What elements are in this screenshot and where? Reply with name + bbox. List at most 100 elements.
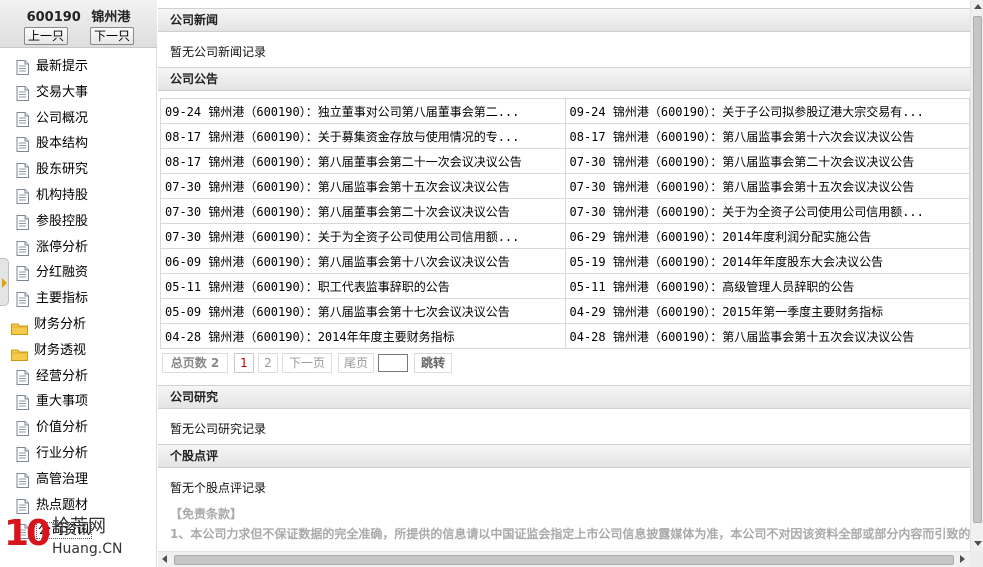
sidebar-item-8[interactable]: 涨停分析 — [0, 235, 157, 261]
scroll-down-arrow-icon[interactable] — [972, 537, 983, 549]
sidebar-item-12[interactable]: 财务透视 — [0, 338, 157, 364]
folder-icon — [11, 319, 28, 335]
sidebar-item-3[interactable]: 公司概况 — [0, 106, 157, 132]
announcement-link[interactable]: 08-17 锦州港（600190）：第八届董事会第二十一次会议决议公告 — [165, 155, 522, 169]
table-row: 07-30 锦州港（600190）：关于为全资子公司使用公司信用额... 06-2… — [160, 223, 970, 249]
announcement-link[interactable]: 07-30 锦州港（600190）：第八届董事会第二十次会议决议公告 — [165, 205, 510, 219]
table-cell: 05-11 锦州港（600190）：职工代表监事辞职的公告 — [160, 273, 566, 299]
sidebar-item-16[interactable]: 行业分析 — [0, 441, 157, 467]
scroll-up-arrow-icon[interactable] — [972, 1, 983, 13]
announcements-table: 09-24 锦州港（600190）：独立董事对公司第八届董事会第二... 09-2… — [160, 98, 970, 349]
table-cell: 06-29 锦州港（600190）：2014年度利润分配实施公告 — [564, 223, 970, 249]
document-icon — [16, 214, 29, 230]
vertical-scroll-thumb[interactable] — [973, 16, 982, 523]
pager-jump-button[interactable]: 跳转 — [414, 353, 452, 373]
announcement-link[interactable]: 04-29 锦州港（600190）：2015年第一季度主要财务指标 — [570, 305, 884, 319]
sidebar-item-7[interactable]: 参股控股 — [0, 209, 157, 235]
announcement-link[interactable]: 04-28 锦州港（600190）：第八届监事会第十五次会议决议公告 — [570, 330, 915, 344]
sidebar-item-4[interactable]: 股本结构 — [0, 131, 157, 157]
announcement-link[interactable]: 08-17 锦州港（600190）：关于募集资金存放与使用情况的专... — [165, 130, 519, 144]
pager-page-input[interactable] — [378, 354, 408, 372]
announcement-link[interactable]: 07-30 锦州港（600190）：关于为全资子公司使用公司信用额... — [165, 230, 519, 244]
stock-code: 600190 — [26, 10, 81, 25]
table-row: 08-17 锦州港（600190）：第八届董事会第二十一次会议决议公告 07-30… — [160, 148, 970, 174]
sidebar-item-label: 热点题材 — [36, 497, 89, 513]
disclaimer-title: 【免责条款】 — [170, 507, 243, 521]
document-icon — [16, 369, 29, 385]
sidebar-item-5[interactable]: 股东研究 — [0, 157, 157, 183]
sidebar-item-label: 行业分析 — [36, 445, 89, 461]
sidebar-item-label: 财务透视 — [34, 342, 87, 358]
watermark-logo: 10 拾荒网 Huang.CN — [4, 514, 164, 564]
sidebar-item-label: 主要指标 — [36, 291, 89, 307]
sidebar-item-13[interactable]: 经营分析 — [0, 364, 157, 390]
table-cell: 08-17 锦州港（600190）：第八届监事会第十六次会议决议公告 — [564, 123, 970, 149]
watermark-number: 10 — [4, 513, 51, 554]
horizontal-scroll-thumb[interactable] — [174, 555, 954, 565]
prev-stock-button[interactable]: 上一只 — [24, 27, 68, 45]
table-cell: 07-30 锦州港（600190）：第八届监事会第十五次会议决议公告 — [564, 173, 970, 199]
announcement-link[interactable]: 07-30 锦州港（600190）：第八届监事会第十五次会议决议公告 — [165, 180, 510, 194]
sidebar-item-14[interactable]: 重大事项 — [0, 389, 157, 415]
research-empty-text: 暂无公司研究记录 — [170, 422, 267, 436]
pager-last-button[interactable]: 尾页 — [338, 353, 374, 373]
document-icon — [16, 111, 29, 127]
horizontal-scrollbar[interactable] — [158, 551, 970, 567]
table-cell: 06-09 锦州港（600190）：第八届监事会第十八次会议决议公告 — [160, 248, 566, 274]
comments-empty-text: 暂无个股点评记录 — [170, 481, 267, 495]
section-header-announcements: 公司公告 — [158, 67, 970, 91]
document-icon — [16, 265, 29, 282]
announcement-link[interactable]: 05-19 锦州港（600190）：2014年年度股东大会决议公告 — [570, 255, 884, 269]
announcement-link[interactable]: 04-28 锦州港（600190）：2014年年度主要财务指标 — [165, 330, 455, 344]
section-header-research: 公司研究 — [158, 385, 970, 409]
table-cell: 05-09 锦州港（600190）：第八届监事会第十七次会议决议公告 — [160, 298, 566, 324]
sidebar-item-15[interactable]: 价值分析 — [0, 415, 157, 441]
announcement-link[interactable]: 08-17 锦州港（600190）：第八届监事会第十六次会议决议公告 — [570, 130, 915, 144]
collapse-sidebar-handle[interactable] — [0, 258, 9, 306]
announcement-link[interactable]: 07-30 锦州港（600190）：第八届监事会第二十次会议决议公告 — [570, 155, 915, 169]
sidebar-item-6[interactable]: 机构持股 — [0, 183, 157, 209]
pager-next-button[interactable]: 下一页 — [282, 353, 332, 373]
announcement-link[interactable]: 07-30 锦州港（600190）：第八届监事会第十五次会议决议公告 — [570, 180, 915, 194]
announcement-link[interactable]: 05-11 锦州港（600190）：高级管理人员辞职的公告 — [570, 280, 855, 294]
table-cell: 04-29 锦州港（600190）：2015年第一季度主要财务指标 — [564, 298, 970, 324]
document-icon — [16, 498, 29, 514]
document-icon — [16, 59, 29, 75]
sidebar-item-11[interactable]: 财务分析 — [0, 312, 157, 338]
scroll-left-arrow-icon[interactable] — [159, 553, 171, 566]
main-content: 公司新闻 暂无公司新闻记录 公司公告 09-24 锦州港（600190）：独立董… — [158, 0, 970, 551]
vertical-scrollbar[interactable] — [970, 0, 983, 551]
sidebar-item-label: 高管治理 — [36, 471, 89, 487]
watermark-text: 拾荒网 — [52, 516, 106, 537]
table-cell: 07-30 锦州港（600190）：第八届监事会第十五次会议决议公告 — [160, 173, 566, 199]
announcement-link[interactable]: 09-24 锦州港（600190）：独立董事对公司第八届董事会第二... — [165, 105, 519, 119]
sidebar-item-2[interactable]: 交易大事 — [0, 80, 157, 106]
section-header-comments: 个股点评 — [158, 444, 970, 468]
table-row: 05-11 锦州港（600190）：职工代表监事辞职的公告 05-11 锦州港（6… — [160, 273, 970, 299]
next-stock-button[interactable]: 下一只 — [90, 27, 134, 45]
table-row: 05-09 锦州港（600190）：第八届监事会第十七次会议决议公告 04-29 … — [160, 298, 970, 324]
pager-page-1[interactable]: 1 — [234, 353, 254, 373]
sidebar-item-10[interactable]: 主要指标 — [0, 286, 157, 312]
announcement-link[interactable]: 06-29 锦州港（600190）：2014年度利润分配实施公告 — [570, 230, 872, 244]
document-icon — [16, 446, 29, 462]
table-row: 08-17 锦州港（600190）：关于募集资金存放与使用情况的专... 08-1… — [160, 123, 970, 149]
pager-page-2[interactable]: 2 — [258, 353, 278, 373]
announcement-link[interactable]: 07-30 锦州港（600190）：关于为全资子公司使用公司信用额... — [570, 205, 924, 219]
table-cell: 07-30 锦州港（600190）：第八届董事会第二十次会议决议公告 — [160, 198, 566, 224]
sidebar-item-1[interactable]: 最新提示 — [0, 54, 157, 80]
table-cell: 04-28 锦州港（600190）：2014年年度主要财务指标 — [160, 323, 566, 349]
sidebar-item-17[interactable]: 高管治理 — [0, 467, 157, 493]
announcement-link[interactable]: 09-24 锦州港（600190）：关于子公司拟参股辽港大宗交易有... — [570, 105, 924, 119]
stock-title: 600190 锦州港 — [0, 6, 157, 25]
scroll-right-arrow-icon[interactable] — [956, 553, 968, 566]
sidebar-item-9[interactable]: 分红融资 — [0, 260, 157, 286]
scrollbar-corner — [970, 551, 983, 567]
announcement-link[interactable]: 06-09 锦州港（600190）：第八届监事会第十八次会议决议公告 — [165, 255, 510, 269]
announcement-link[interactable]: 05-09 锦州港（600190）：第八届监事会第十七次会议决议公告 — [165, 305, 510, 319]
sidebar-item-label: 价值分析 — [36, 420, 89, 436]
table-row: 09-24 锦州港（600190）：独立董事对公司第八届董事会第二... 09-2… — [160, 98, 970, 124]
document-icon — [16, 472, 29, 488]
announcement-link[interactable]: 05-11 锦州港（600190）：职工代表监事辞职的公告 — [165, 280, 450, 294]
sidebar-item-label: 经营分析 — [36, 368, 89, 384]
